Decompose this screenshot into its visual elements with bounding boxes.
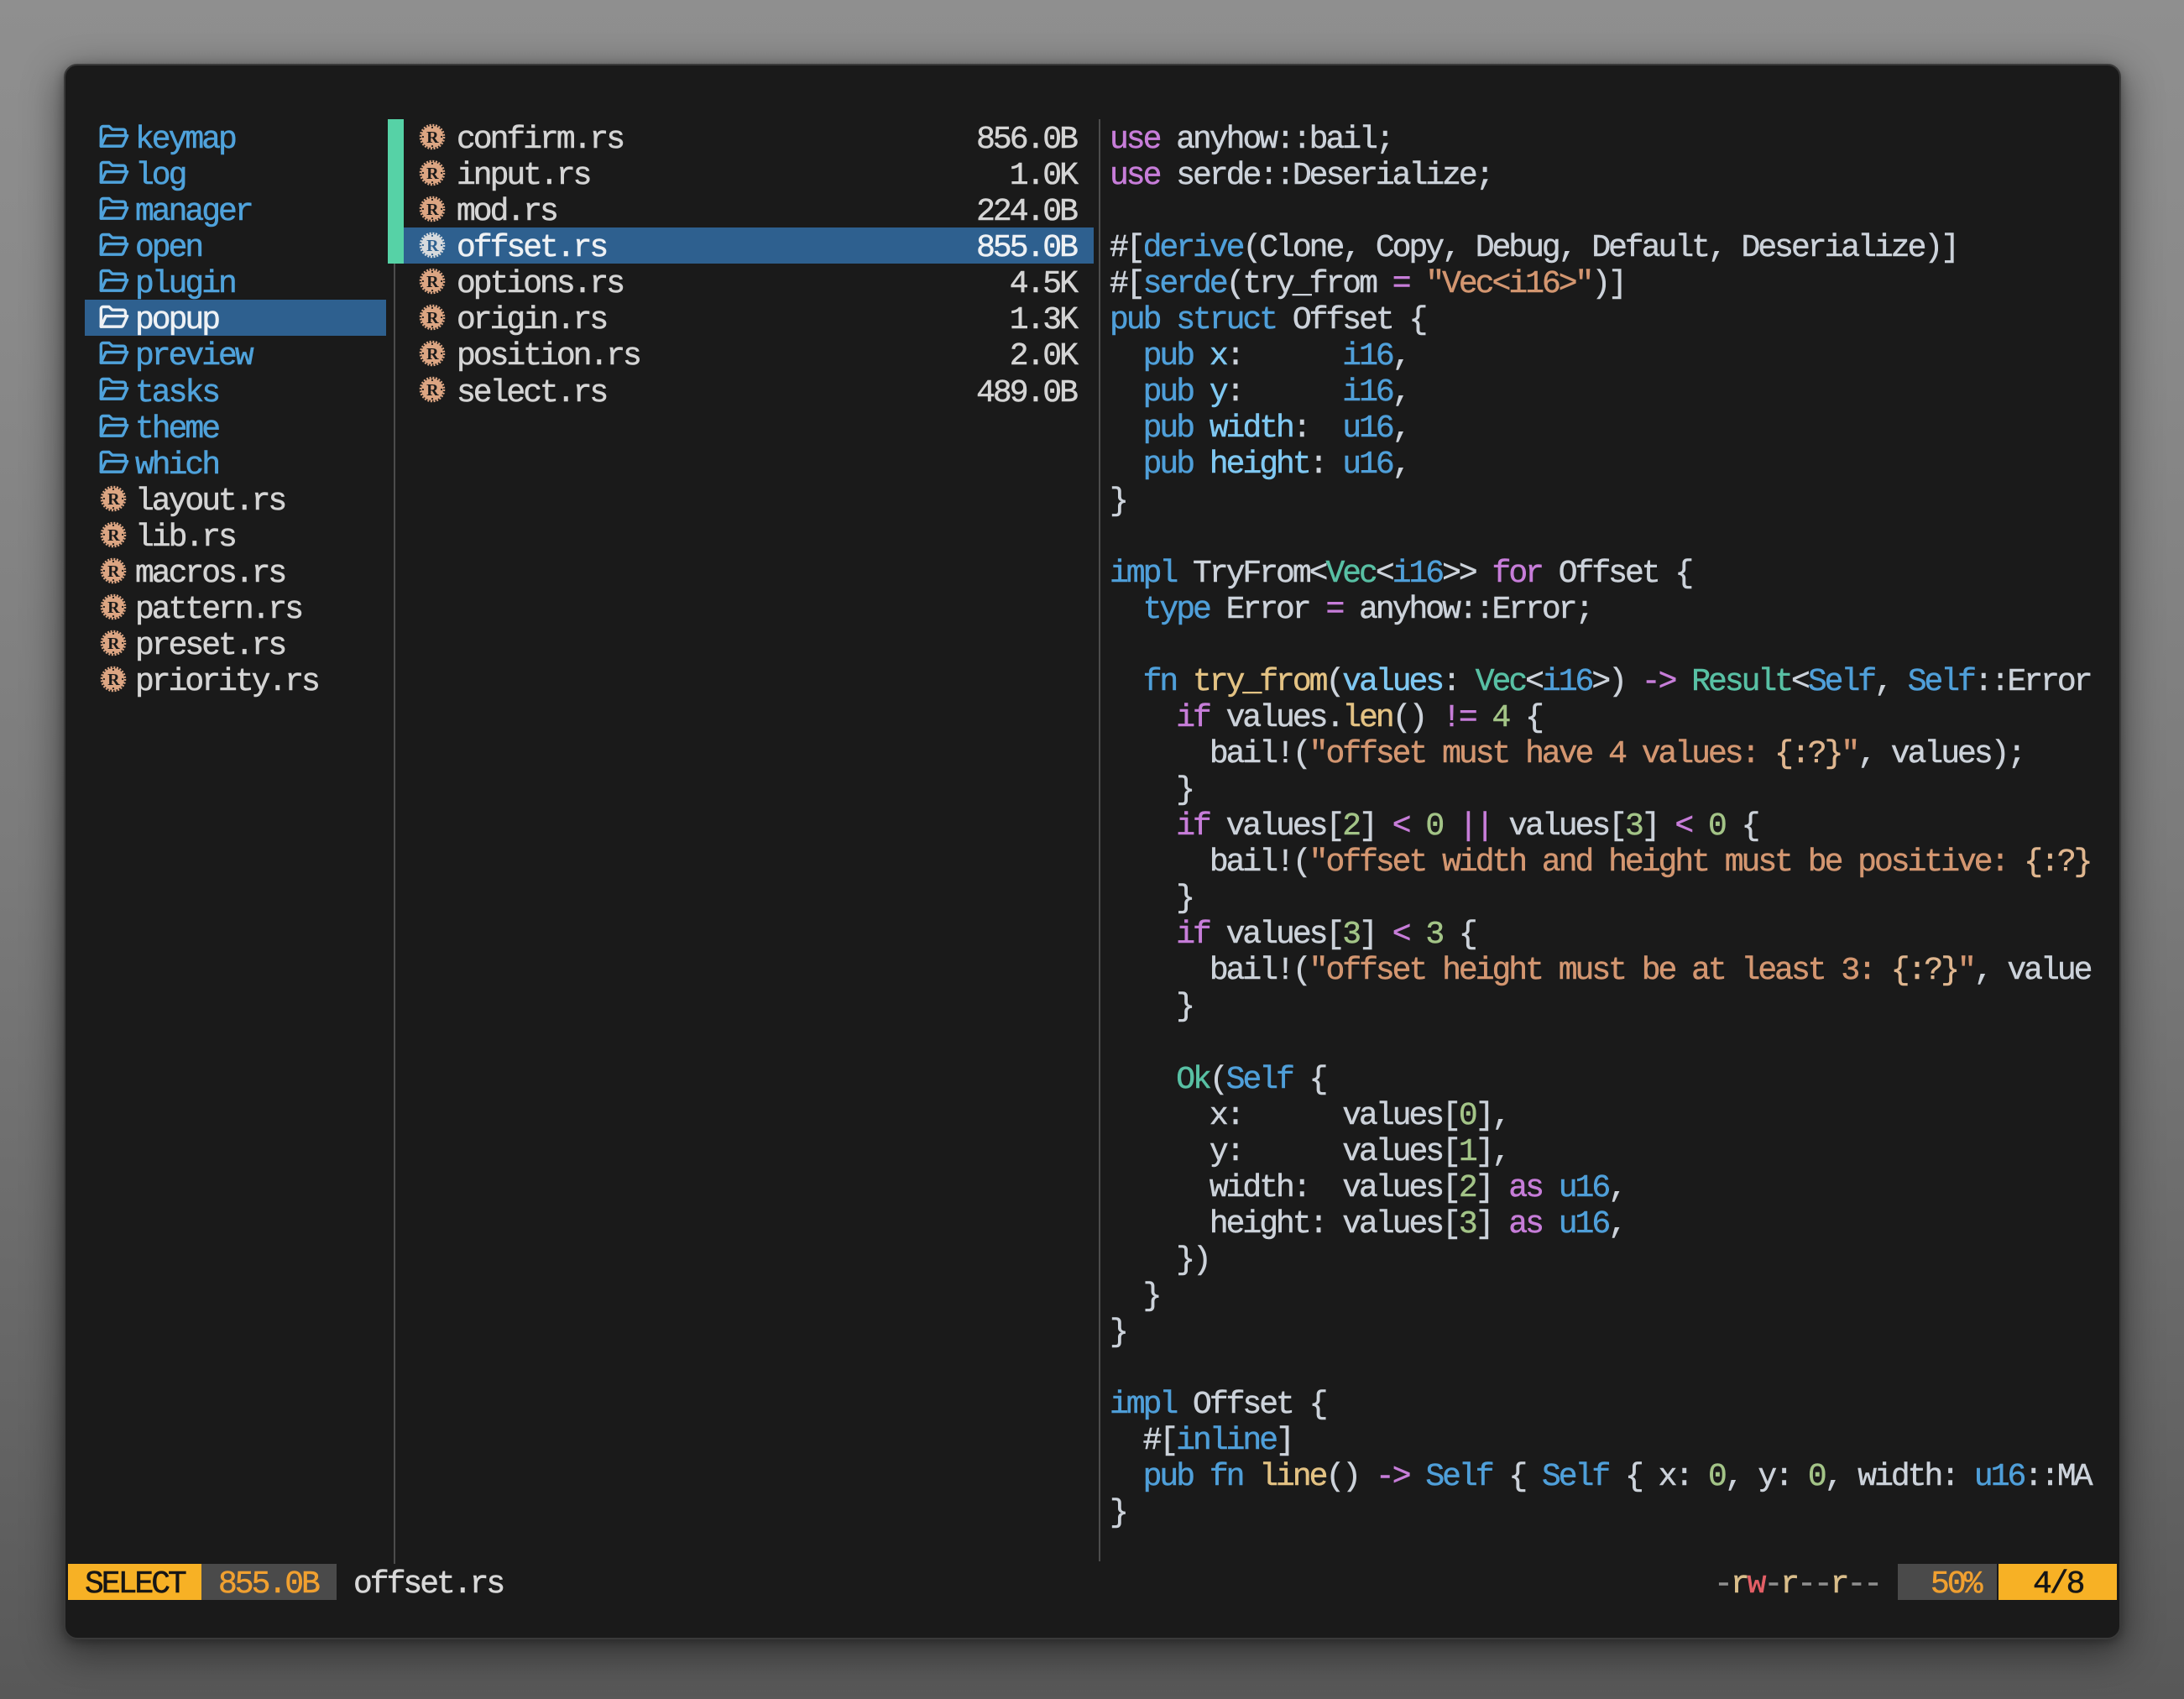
svg-text:R: R (107, 599, 120, 617)
svg-text:R: R (426, 201, 439, 219)
svg-text:R: R (426, 310, 439, 328)
svg-text:R: R (107, 490, 120, 509)
svg-text:R: R (426, 237, 439, 255)
svg-text:R: R (107, 635, 120, 653)
svg-text:R: R (426, 273, 439, 291)
svg-text:R: R (426, 128, 439, 147)
svg-text:R: R (426, 346, 439, 364)
svg-text:R: R (107, 526, 120, 545)
svg-text:R: R (107, 671, 120, 689)
svg-text:R: R (426, 165, 439, 183)
svg-text:R: R (107, 562, 120, 581)
svg-text:R: R (426, 382, 439, 400)
